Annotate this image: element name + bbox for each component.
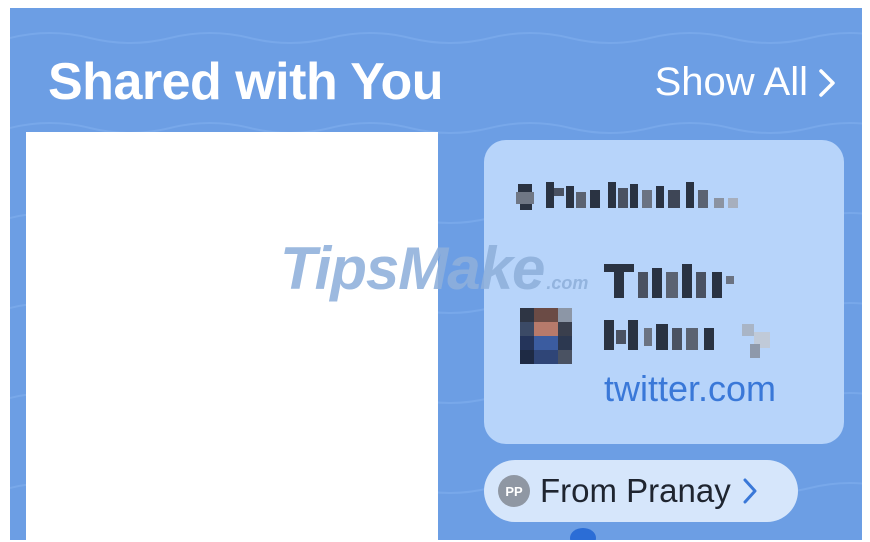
section-title: Shared with You — [48, 53, 444, 111]
pixelated-content — [604, 264, 770, 358]
from-sender-button[interactable]: PP From Pranay — [484, 460, 798, 522]
watermark-suffix: .com — [546, 273, 589, 293]
watermark-brand: TipsMake — [280, 235, 545, 302]
chevron-right-icon — [819, 68, 835, 97]
chevron-right-icon — [743, 478, 757, 504]
show-all-button[interactable]: Show All — [655, 60, 836, 105]
shared-with-you-section: Shared with You Show All twitter.com PP … — [10, 8, 862, 540]
profile-avatar-icon — [520, 308, 572, 364]
sender-avatar: PP — [498, 475, 530, 507]
watermark-logo: TipsMake .com — [280, 234, 588, 303]
shared-item-thumbnail[interactable] — [26, 132, 438, 540]
show-all-label: Show All — [654, 60, 808, 104]
from-sender-label: From Pranay — [540, 472, 731, 509]
card-domain-link[interactable]: twitter.com — [604, 368, 776, 410]
